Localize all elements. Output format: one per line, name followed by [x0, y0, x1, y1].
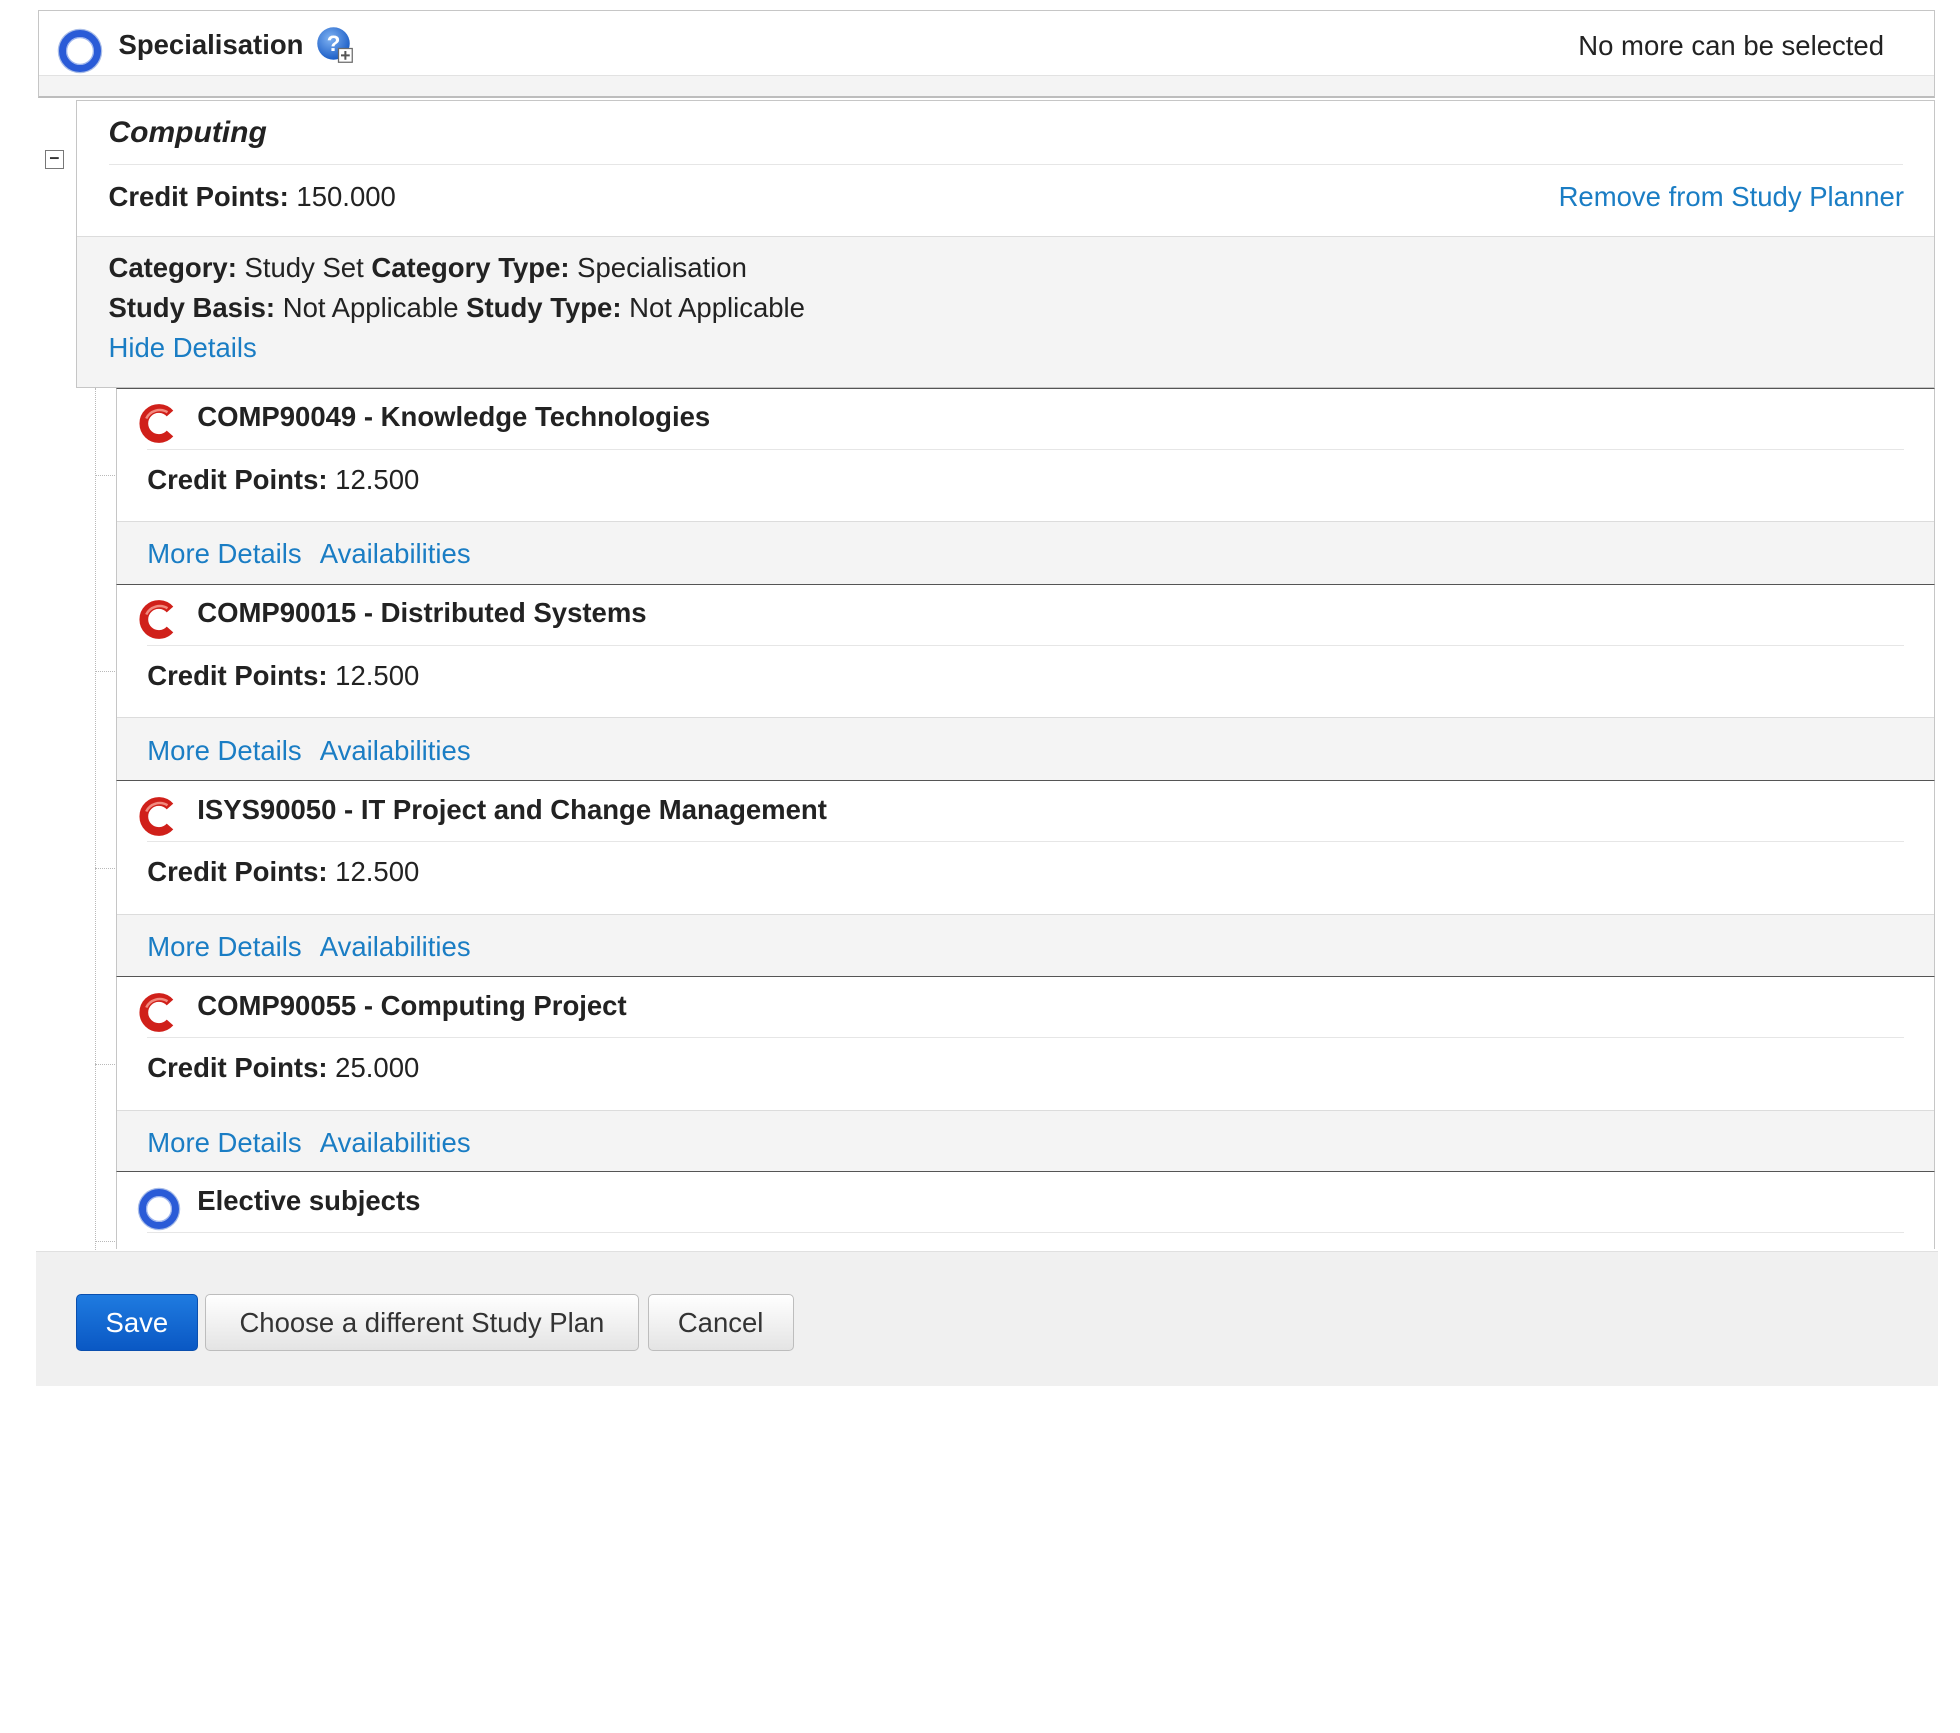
choose-study-plan-button[interactable]: Choose a different Study Plan: [205, 1293, 639, 1351]
course-c-icon: [139, 796, 174, 836]
credit-label: Credit Points:: [147, 463, 328, 495]
divider: [147, 1232, 1904, 1234]
divider: [147, 841, 1904, 842]
category-type-value: Specialisation: [577, 252, 747, 283]
section-title: Specialisation: [118, 28, 304, 60]
cancel-button[interactable]: Cancel: [647, 1293, 794, 1351]
subject-title: ISYS90050 - IT Project and Change Manage…: [197, 793, 827, 825]
divider: [147, 1037, 1904, 1039]
more-details-link[interactable]: More Details: [147, 735, 301, 767]
availabilities-link[interactable]: Availabilities: [320, 735, 471, 767]
study-set-details: Category: Study Set Category Type: Speci…: [77, 236, 1934, 387]
course-c-icon: [139, 600, 174, 640]
subject-title: COMP90015 - Distributed Systems: [197, 597, 647, 629]
form-actions: Save Choose a different Study Plan Cance…: [36, 1251, 1938, 1386]
study-set-name: Computing: [108, 116, 267, 149]
study-basis-value: Not Applicable: [282, 292, 459, 323]
credit-value: 25.000: [335, 1052, 420, 1084]
divider: [108, 163, 1903, 165]
elective-title: Elective subjects: [197, 1184, 421, 1216]
category-line: Category: Study Set Category Type: Speci…: [109, 252, 747, 284]
course-c-icon: [139, 992, 174, 1032]
study-basis-label: Study Basis:: [108, 292, 276, 323]
selection-status: No more can be selected: [1578, 29, 1884, 61]
study-type-label: Study Type:: [466, 292, 622, 323]
subject-card: ISYS90050 - IT Project and Change Manage…: [116, 780, 1935, 977]
availabilities-link[interactable]: Availabilities: [320, 1127, 471, 1159]
credit-value: 12.500: [335, 856, 420, 887]
subject-card: COMP90015 - Distributed Systems Credit P…: [116, 583, 1935, 781]
specialisation-header: Specialisation ? No more can be selected: [37, 10, 1935, 98]
hide-details-link[interactable]: Hide Details: [109, 332, 257, 364]
more-details-link[interactable]: More Details: [147, 931, 301, 963]
study-type-value: Not Applicable: [629, 292, 805, 323]
remove-from-planner-link[interactable]: Remove from Study Planner: [1559, 181, 1904, 213]
course-c-icon: [139, 404, 174, 443]
help-add-icon[interactable]: ?: [316, 26, 354, 64]
more-details-link[interactable]: More Details: [147, 538, 301, 570]
tree-connector: [95, 671, 115, 673]
subject-credits: Credit Points: 25.000: [147, 1052, 419, 1084]
credit-label: Credit Points:: [147, 659, 328, 691]
ring-icon: [58, 29, 101, 73]
credit-label: Credit Points:: [108, 181, 289, 212]
category-type-label: Category Type:: [371, 252, 570, 283]
header-divider: [38, 74, 1934, 96]
divider: [147, 644, 1904, 646]
subject-card: COMP90049 - Knowledge Technologies Credi…: [116, 387, 1935, 585]
category-label: Category:: [108, 252, 237, 283]
credit-value: 12.500: [335, 463, 420, 495]
elective-subjects-group: Elective subjects: [116, 1171, 1935, 1249]
subject-credits: Credit Points: 12.500: [147, 856, 419, 888]
study-planner-page: Specialisation ? No more can be selected…: [0, 0, 1960, 1733]
credit-value: 12.500: [335, 659, 420, 691]
credit-label: Credit Points:: [147, 1052, 328, 1084]
subject-actions: More Details Availabilities: [117, 521, 1934, 585]
availabilities-link[interactable]: Availabilities: [320, 538, 471, 570]
save-button[interactable]: Save: [76, 1293, 198, 1351]
divider: [147, 448, 1904, 450]
tree-connector: [95, 867, 115, 869]
tree-connector: [95, 475, 115, 476]
study-set-credits: Credit Points: 150.000: [109, 181, 396, 213]
subject-actions: More Details Availabilities: [117, 1109, 1934, 1174]
tree-connector: [95, 387, 96, 1250]
availabilities-link[interactable]: Availabilities: [320, 931, 471, 963]
subject-actions: More Details Availabilities: [117, 717, 1934, 781]
tree-connector: [95, 1241, 115, 1243]
subject-title: COMP90049 - Knowledge Technologies: [197, 401, 711, 432]
subject-credits: Credit Points: 12.500: [147, 660, 419, 692]
credit-value: 150.000: [296, 181, 396, 212]
ring-icon: [138, 1188, 179, 1229]
more-details-link[interactable]: More Details: [147, 1127, 301, 1159]
category-value: Study Set: [244, 252, 364, 283]
subject-credits: Credit Points: 12.500: [147, 464, 419, 496]
credit-label: Credit Points:: [147, 856, 328, 887]
collapse-icon[interactable]: −: [45, 149, 64, 169]
subject-card: COMP90055 - Computing Project Credit Poi…: [116, 976, 1935, 1174]
tree-connector: [95, 1063, 115, 1065]
subject-actions: More Details Availabilities: [117, 913, 1934, 977]
study-basis-line: Study Basis: Not Applicable Study Type: …: [109, 292, 805, 324]
subject-title: COMP90055 - Computing Project: [197, 989, 627, 1021]
study-set-panel: Computing Credit Points: 150.000 Remove …: [76, 100, 1935, 388]
